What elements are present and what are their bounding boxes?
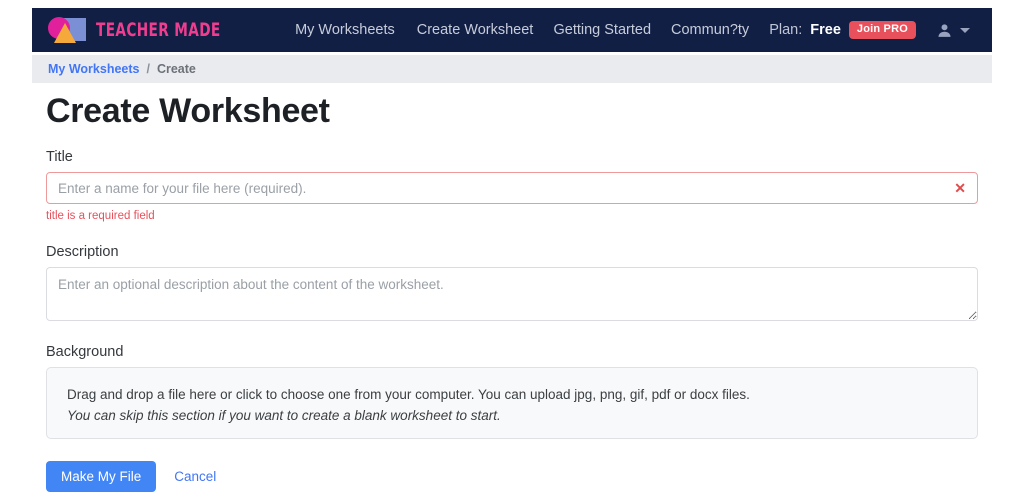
primary-nav: My Worksheets Create Worksheet	[295, 22, 533, 38]
plan-value: Free	[810, 22, 841, 38]
make-my-file-button[interactable]: Make My File	[46, 461, 156, 492]
form-actions: Make My File Cancel	[46, 461, 978, 492]
dropzone-skip-note: You can skip this section if you want to…	[67, 406, 957, 427]
description-field-label: Description	[46, 244, 978, 260]
cancel-link[interactable]: Cancel	[174, 469, 216, 484]
secondary-nav: Getting Started Commun?ty Plan: Free Joi…	[553, 21, 970, 39]
title-error-message: title is a required field	[46, 210, 978, 222]
breadcrumb: My Worksheets / Create	[32, 55, 992, 83]
nav-item-my-worksheets[interactable]: My Worksheets	[295, 22, 395, 38]
brand-logo-link[interactable]: TEACHER MADE	[48, 15, 269, 45]
title-input-wrapper: ✕	[46, 172, 978, 204]
chevron-down-icon	[960, 28, 970, 33]
teachermade-logo-icon	[48, 15, 88, 45]
brand-name: TEACHER MADE	[96, 19, 221, 41]
breadcrumb-separator: /	[146, 62, 149, 76]
logo-triangle-shape	[54, 23, 76, 43]
nav-item-community[interactable]: Commun?ty	[671, 22, 749, 38]
breadcrumb-current-create: Create	[157, 62, 196, 76]
background-field-label: Background	[46, 344, 978, 360]
user-avatar-icon	[936, 22, 953, 39]
page-title: Create Worksheet	[46, 92, 978, 131]
title-input[interactable]	[46, 172, 978, 204]
breadcrumb-inner: My Worksheets / Create	[48, 62, 196, 76]
nav-item-getting-started[interactable]: Getting Started	[553, 22, 651, 38]
page-root: TEACHER MADE My Worksheets Create Worksh…	[0, 0, 1024, 501]
clear-x-icon[interactable]: ✕	[954, 181, 966, 195]
main-content: Create Worksheet Title ✕ title is a requ…	[46, 92, 978, 492]
description-textarea[interactable]	[46, 267, 978, 321]
plan-status: Plan: Free Join PRO	[769, 21, 916, 39]
breadcrumb-link-my-worksheets[interactable]: My Worksheets	[48, 62, 139, 76]
join-pro-button[interactable]: Join PRO	[849, 21, 916, 39]
background-dropzone[interactable]: Drag and drop a file here or click to ch…	[46, 367, 978, 439]
plan-label: Plan:	[769, 22, 802, 38]
top-navbar: TEACHER MADE My Worksheets Create Worksh…	[32, 8, 992, 52]
title-field-label: Title	[46, 149, 978, 165]
user-menu[interactable]	[936, 22, 970, 39]
nav-item-create-worksheet[interactable]: Create Worksheet	[417, 22, 534, 38]
dropzone-instructions: Drag and drop a file here or click to ch…	[67, 385, 957, 406]
